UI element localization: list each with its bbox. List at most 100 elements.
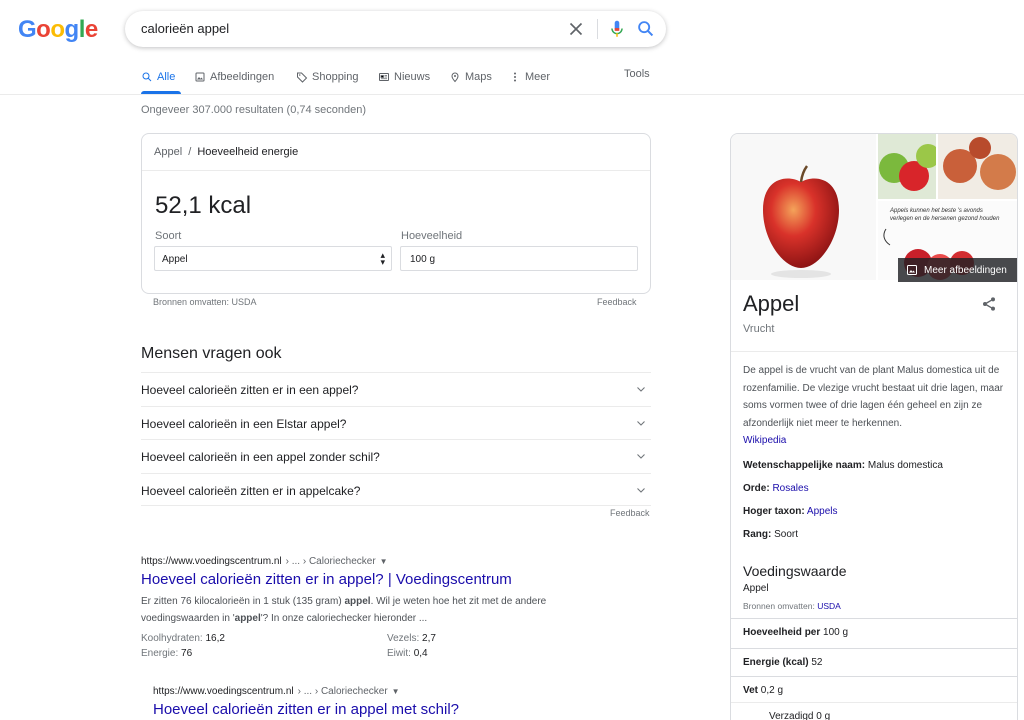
- fact-rang: Rang: Soort: [743, 529, 798, 540]
- fact-value: 16,2: [205, 633, 225, 644]
- search-box[interactable]: calorieën appel: [125, 11, 666, 47]
- tab-alle[interactable]: Alle: [141, 68, 175, 86]
- more-images-button[interactable]: Meer afbeeldingen: [898, 258, 1017, 282]
- header-divider: [0, 94, 1024, 95]
- result-title[interactable]: Hoeveel calorieën zitten er in appel? | …: [141, 571, 651, 588]
- calorie-feedback-link[interactable]: Feedback: [597, 297, 637, 307]
- result-domain: https://www.voedingscentrum.nl: [153, 686, 294, 697]
- share-icon[interactable]: [981, 296, 997, 312]
- search-tabs: Alle Afbeeldingen Shopping Nieuws Maps M…: [141, 68, 661, 92]
- row-label: Vet: [743, 685, 759, 696]
- fact-value: Soort: [774, 529, 799, 540]
- green-apples-image[interactable]: [878, 134, 936, 199]
- fact-value: 0,4: [413, 648, 428, 659]
- tab-label: Maps: [465, 71, 492, 83]
- news-icon: [379, 73, 389, 81]
- hoeveelheid-label: Hoeveelheid: [401, 230, 463, 242]
- wikipedia-link[interactable]: Wikipedia: [743, 435, 786, 446]
- usda-link[interactable]: USDA: [817, 601, 841, 611]
- energy-value: 52,1 kcal: [155, 192, 252, 219]
- paa-list: Hoeveel calorieën zitten er in een appel…: [141, 372, 651, 506]
- fact-value: Malus domestica: [867, 460, 943, 471]
- paa-question-text: Hoeveel calorieën zitten er in appelcake…: [141, 483, 361, 498]
- tab-meer[interactable]: Meer: [509, 68, 550, 86]
- snippet-text: '? In onze caloriechecker hieronder ...: [260, 613, 428, 624]
- nutrition-row: Energie (kcal) 52: [731, 648, 1017, 677]
- search-icon[interactable]: [635, 18, 657, 40]
- fact-label: Hoger taxon:: [743, 506, 805, 517]
- fact-scientific-name: Wetenschappelijke naam: Malus domestica: [743, 460, 943, 471]
- fact-link[interactable]: Rosales: [772, 483, 808, 494]
- nutrition-title: Voedingswaarde: [743, 563, 847, 579]
- row-label: Hoeveelheid per: [743, 627, 821, 638]
- microphone-icon[interactable]: [606, 18, 628, 40]
- result-url[interactable]: https://www.voedingscentrum.nl › ... › C…: [141, 556, 651, 567]
- tools-button[interactable]: Tools: [624, 68, 650, 80]
- tab-label: Alle: [157, 71, 176, 83]
- fact-label: Rang:: [743, 529, 772, 540]
- chevron-down-icon: [637, 387, 645, 392]
- apples-illustration: [943, 137, 1016, 190]
- infographic-caption: Appels kunnen het beste 's avonds verleg…: [890, 207, 999, 223]
- result-facts: Koolhydraten: 16,2 Vezels: 2,7 Energie: …: [141, 633, 651, 659]
- snippet-text: Er zitten 76 kilocalorieën in 1 stuk (13…: [141, 596, 345, 607]
- tag-icon: [297, 72, 308, 83]
- result-stats: Ongeveer 307.000 resultaten (0,74 second…: [141, 104, 367, 116]
- image-icon: [195, 72, 205, 82]
- apple-image[interactable]: [731, 134, 876, 280]
- paa-feedback-link[interactable]: Feedback: [610, 508, 650, 518]
- hoeveelheid-input[interactable]: 100 g: [400, 246, 638, 271]
- paa-question[interactable]: Hoeveel calorieën zitten er in appelcake…: [141, 472, 651, 506]
- panel-divider: [731, 351, 1017, 352]
- fact-link[interactable]: Appels: [807, 506, 838, 517]
- apple-illustration: [763, 165, 839, 278]
- nutrition-source: Bronnen omvatten: USDA: [743, 601, 841, 611]
- paa-question[interactable]: Hoeveel calorieën zitten er in een appel…: [141, 372, 651, 406]
- result-url[interactable]: https://www.voedingscentrum.nl › ... › C…: [153, 686, 663, 697]
- snippet-highlight: appel: [344, 596, 371, 607]
- description-text: De appel is de vrucht van de plant Malus…: [743, 365, 1004, 429]
- fact-label: Koolhydraten:: [141, 633, 203, 644]
- apples-illustration: [879, 144, 936, 191]
- result-snippet: Er zitten 76 kilocalorieën in 1 stuk (13…: [141, 593, 611, 627]
- more-options-icon[interactable]: ▼: [392, 687, 400, 696]
- tab-label: Shopping: [312, 71, 359, 83]
- search-input[interactable]: calorieën appel: [141, 21, 229, 36]
- result-path: › ... › Caloriechecker: [297, 686, 388, 697]
- search-divider: [597, 19, 598, 39]
- result-title[interactable]: Hoeveel calorieën zitten er in appel met…: [153, 701, 663, 718]
- result-domain: https://www.voedingscentrum.nl: [141, 556, 282, 567]
- soort-select[interactable]: Appel ▴ ▾: [154, 246, 392, 271]
- nutrition-item: Appel: [743, 583, 769, 594]
- knowledge-panel: Appels kunnen het beste 's avonds verleg…: [730, 133, 1018, 720]
- paa-title: Mensen vragen ook: [141, 345, 282, 362]
- breadcrumb-parent[interactable]: Appel: [154, 146, 182, 158]
- apples-image[interactable]: [938, 134, 1017, 199]
- tab-afbeeldingen[interactable]: Afbeeldingen: [194, 68, 274, 86]
- tab-shopping[interactable]: Shopping: [296, 68, 359, 86]
- search-result: https://www.voedingscentrum.nl › ... › C…: [153, 686, 663, 718]
- fact-eiwit: Eiwit: 0,4: [387, 648, 587, 659]
- fact-orde: Orde: Rosales: [743, 483, 809, 494]
- paa-question[interactable]: Hoeveel calorieën in een Elstar appel?: [141, 405, 651, 440]
- paa-question-text: Hoeveel calorieën zitten er in een appel…: [141, 383, 359, 397]
- tab-maps[interactable]: Maps: [449, 68, 492, 86]
- nutrition-row: Verzadigd 0 g: [731, 702, 1017, 720]
- fact-label: Vezels:: [387, 633, 420, 644]
- chevron-down-icon: [637, 487, 645, 493]
- map-pin-icon: [451, 72, 459, 83]
- soort-select-value: Appel: [162, 254, 188, 265]
- row-value: 0,2 g: [760, 685, 784, 696]
- tab-nieuws[interactable]: Nieuws: [378, 68, 430, 86]
- close-icon[interactable]: [565, 18, 587, 40]
- row-value: 100 g: [823, 627, 849, 638]
- fact-label: Wetenschappelijke naam:: [743, 460, 866, 471]
- google-logo[interactable]: Google: [18, 16, 98, 44]
- logo-letter: e: [84, 16, 98, 43]
- breadcrumb-current: Hoeveelheid energie: [197, 146, 299, 158]
- logo-letter: o: [50, 16, 65, 43]
- paa-question-text: Hoeveel calorieën in een appel zonder sc…: [141, 450, 380, 464]
- paa-question[interactable]: Hoeveel calorieën in een appel zonder sc…: [141, 439, 651, 473]
- snippet-highlight: appel: [234, 613, 261, 624]
- more-options-icon[interactable]: ▼: [380, 557, 388, 566]
